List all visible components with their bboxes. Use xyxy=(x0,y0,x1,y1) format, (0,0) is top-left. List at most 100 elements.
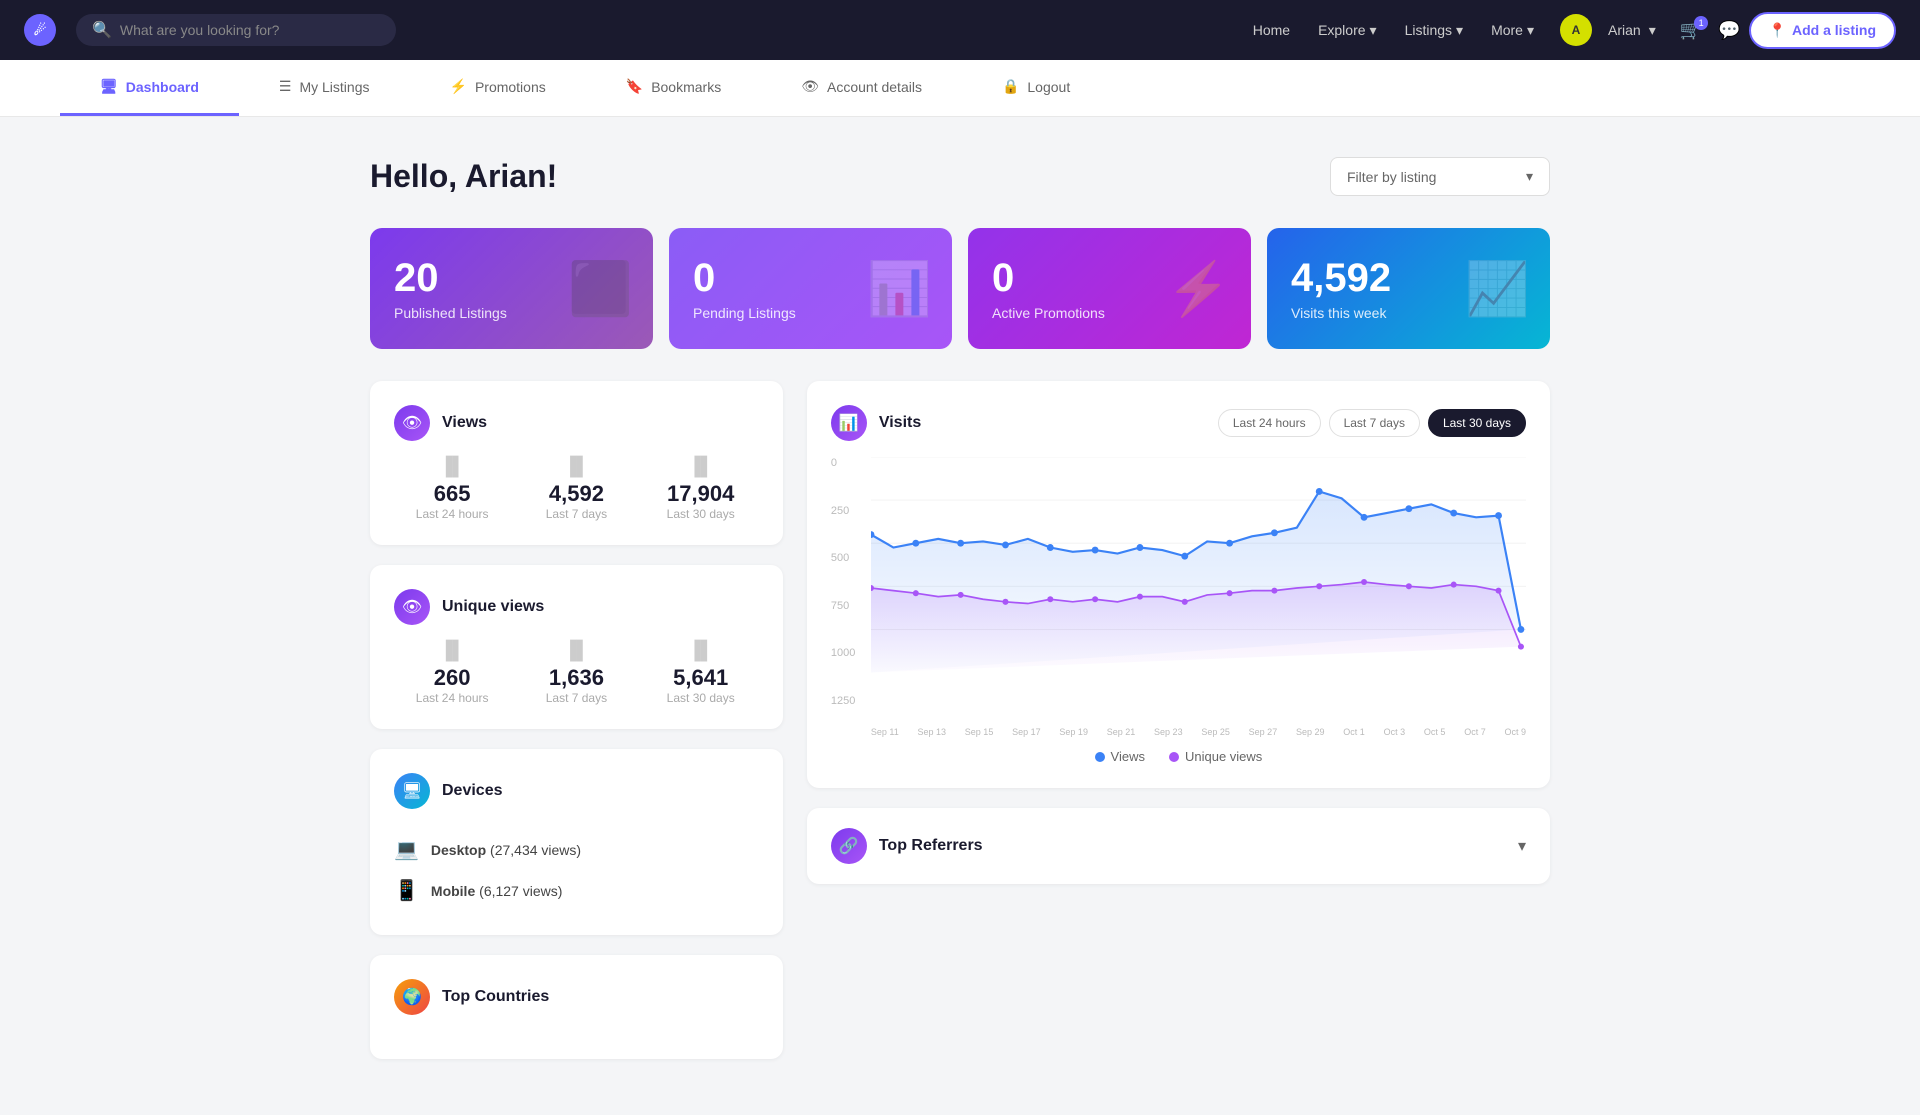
user-name[interactable]: Arian ▾ xyxy=(1608,22,1656,39)
nav-icon-group: A Arian ▾ 🛒 1 💬 xyxy=(1560,14,1741,46)
promotions-icon: ⚡ xyxy=(450,78,467,95)
nav-listings[interactable]: Listings ▾ xyxy=(1395,16,1474,45)
nav-bookmarks[interactable]: 🔖 Bookmarks xyxy=(586,60,761,116)
unique-views-stat-24h: ▐▌ 260 Last 24 hours xyxy=(394,645,510,705)
bar-icon-30d: ▐▌ xyxy=(688,456,714,477)
stat-card-published: 20 Published Listings ⬛ xyxy=(370,228,653,349)
messages-icon[interactable]: 💬 xyxy=(1718,20,1740,41)
visits-icon: 📈 xyxy=(1465,258,1530,319)
logout-icon: 🔒 xyxy=(1002,78,1019,95)
legend-dot-unique xyxy=(1169,752,1179,762)
unique-views-title: Unique views xyxy=(442,598,544,616)
chevron-down-icon: ▾ xyxy=(1526,168,1533,185)
chart-header: 📊 Visits Last 24 hours Last 7 days Last … xyxy=(831,405,1526,441)
legend-views: Views xyxy=(1095,749,1145,764)
bar-icon-24h: ▐▌ xyxy=(439,456,465,477)
nav-logout[interactable]: 🔒 Logout xyxy=(962,60,1110,116)
views-stat-7d: ▐▌ 4,592 Last 7 days xyxy=(518,461,634,521)
nav-dashboard[interactable]: 🖥 Dashboard xyxy=(60,60,239,116)
right-column: 📊 Visits Last 24 hours Last 7 days Last … xyxy=(807,381,1550,1059)
location-icon: 📍 xyxy=(1769,22,1786,39)
countries-icon: 🌍 xyxy=(394,979,430,1015)
filter-7d[interactable]: Last 7 days xyxy=(1329,409,1420,437)
referrers-icon: 🔗 xyxy=(831,828,867,864)
nav-my-listings[interactable]: ☰ My Listings xyxy=(239,60,410,116)
filter-dropdown[interactable]: Filter by listing ▾ xyxy=(1330,157,1550,196)
listings-icon: ☰ xyxy=(279,78,292,95)
time-filters: Last 24 hours Last 7 days Last 30 days xyxy=(1218,409,1526,437)
content-grid: 👁 Views ▐▌ 665 Last 24 hours ▐▌ 4,592 La… xyxy=(370,381,1550,1059)
devices-title: Devices xyxy=(442,782,503,800)
user-avatar[interactable]: A xyxy=(1560,14,1592,46)
views-stat-30d: ▐▌ 17,904 Last 30 days xyxy=(643,461,759,521)
views-panel: 👁 Views ▐▌ 665 Last 24 hours ▐▌ 4,592 La… xyxy=(370,381,783,545)
devices-panel-header: 🖥 Devices xyxy=(394,773,759,809)
referrers-expand-icon[interactable]: ▾ xyxy=(1518,836,1526,856)
page-title: Hello, Arian! xyxy=(370,158,557,195)
search-icon: 🔍 xyxy=(92,20,112,40)
devices-icon: 🖥 xyxy=(394,773,430,809)
visits-chart-svg xyxy=(871,457,1526,673)
pending-icon: 📊 xyxy=(867,258,932,319)
page-header: Hello, Arian! Filter by listing ▾ xyxy=(370,157,1550,196)
cart-icon[interactable]: 🛒 1 xyxy=(1680,20,1702,41)
add-listing-button[interactable]: 📍 Add a listing xyxy=(1749,12,1896,49)
referrers-panel: 🔗 Top Referrers ▾ xyxy=(807,808,1550,884)
desktop-icon: 💻 xyxy=(394,837,419,862)
top-countries-panel: 🌍 Top Countries xyxy=(370,955,783,1059)
stat-card-pending: 0 Pending Listings 📊 xyxy=(669,228,952,349)
views-title: Views xyxy=(442,414,487,432)
unique-views-icon: 👁 xyxy=(394,589,430,625)
nav-home[interactable]: Home xyxy=(1243,16,1300,44)
left-column: 👁 Views ▐▌ 665 Last 24 hours ▐▌ 4,592 La… xyxy=(370,381,783,1059)
devices-panel: 🖥 Devices 💻 Desktop (27,434 views) 📱 xyxy=(370,749,783,935)
legend-dot-views xyxy=(1095,752,1105,762)
stat-card-visits: 4,592 Visits this week 📈 xyxy=(1267,228,1550,349)
account-icon: 👁 xyxy=(801,78,819,95)
views-icon: 👁 xyxy=(394,405,430,441)
promotions-icon: ⚡ xyxy=(1166,258,1231,319)
search-input[interactable] xyxy=(120,22,380,38)
unique-views-panel: 👁 Unique views ▐▌ 260 Last 24 hours ▐▌ 1… xyxy=(370,565,783,729)
nav-account[interactable]: 👁 Account details xyxy=(761,60,962,116)
countries-title: Top Countries xyxy=(442,988,549,1006)
views-stats-row: ▐▌ 665 Last 24 hours ▐▌ 4,592 Last 7 day… xyxy=(394,461,759,521)
views-stat-24h: ▐▌ 665 Last 24 hours xyxy=(394,461,510,521)
devices-list: 💻 Desktop (27,434 views) 📱 Mobile (6,127… xyxy=(394,829,759,911)
unique-views-panel-header: 👁 Unique views xyxy=(394,589,759,625)
nav-explore[interactable]: Explore ▾ xyxy=(1308,16,1387,45)
sub-navigation: 🖥 Dashboard ☰ My Listings ⚡ Promotions 🔖… xyxy=(0,60,1920,117)
stats-grid: 20 Published Listings ⬛ 0 Pending Listin… xyxy=(370,228,1550,349)
top-countries-header: 🌍 Top Countries xyxy=(394,979,759,1015)
logo-icon[interactable]: ☄ xyxy=(24,14,56,46)
chart-legend: Views Unique views xyxy=(831,749,1526,764)
chart-container: 1250 1000 750 500 250 0 xyxy=(831,457,1526,737)
chart-icon: 📊 xyxy=(831,405,867,441)
cart-badge: 1 xyxy=(1694,16,1708,30)
chart-title-row: 📊 Visits xyxy=(831,405,921,441)
stat-card-promotions: 0 Active Promotions ⚡ xyxy=(968,228,1251,349)
chart-title: Visits xyxy=(879,414,921,432)
nav-more[interactable]: More ▾ xyxy=(1481,16,1544,45)
search-bar[interactable]: 🔍 xyxy=(76,14,396,46)
visits-chart-panel: 📊 Visits Last 24 hours Last 7 days Last … xyxy=(807,381,1550,788)
device-mobile: 📱 Mobile (6,127 views) xyxy=(394,870,759,911)
filter-30d[interactable]: Last 30 days xyxy=(1428,409,1526,437)
bar-icon-7d: ▐▌ xyxy=(564,456,590,477)
unique-views-stats-row: ▐▌ 260 Last 24 hours ▐▌ 1,636 Last 7 day… xyxy=(394,645,759,705)
nav-links: Home Explore ▾ Listings ▾ More ▾ A Arian… xyxy=(1243,12,1896,49)
bookmarks-icon: 🔖 xyxy=(626,78,643,95)
views-panel-header: 👁 Views xyxy=(394,405,759,441)
unique-views-stat-30d: ▐▌ 5,641 Last 30 days xyxy=(643,645,759,705)
mobile-icon: 📱 xyxy=(394,878,419,903)
main-content: Hello, Arian! Filter by listing ▾ 20 Pub… xyxy=(310,117,1610,1099)
legend-unique-views: Unique views xyxy=(1169,749,1262,764)
unique-views-stat-7d: ▐▌ 1,636 Last 7 days xyxy=(518,645,634,705)
device-desktop: 💻 Desktop (27,434 views) xyxy=(394,829,759,870)
top-navigation: ☄ 🔍 Home Explore ▾ Listings ▾ More ▾ A A… xyxy=(0,0,1920,60)
nav-promotions[interactable]: ⚡ Promotions xyxy=(410,60,586,116)
chart-x-labels: Sep 11 Sep 13 Sep 15 Sep 17 Sep 19 Sep 2… xyxy=(871,727,1526,737)
published-icon: ⬛ xyxy=(568,258,633,319)
filter-24h[interactable]: Last 24 hours xyxy=(1218,409,1321,437)
referrers-left: 🔗 Top Referrers xyxy=(831,828,983,864)
